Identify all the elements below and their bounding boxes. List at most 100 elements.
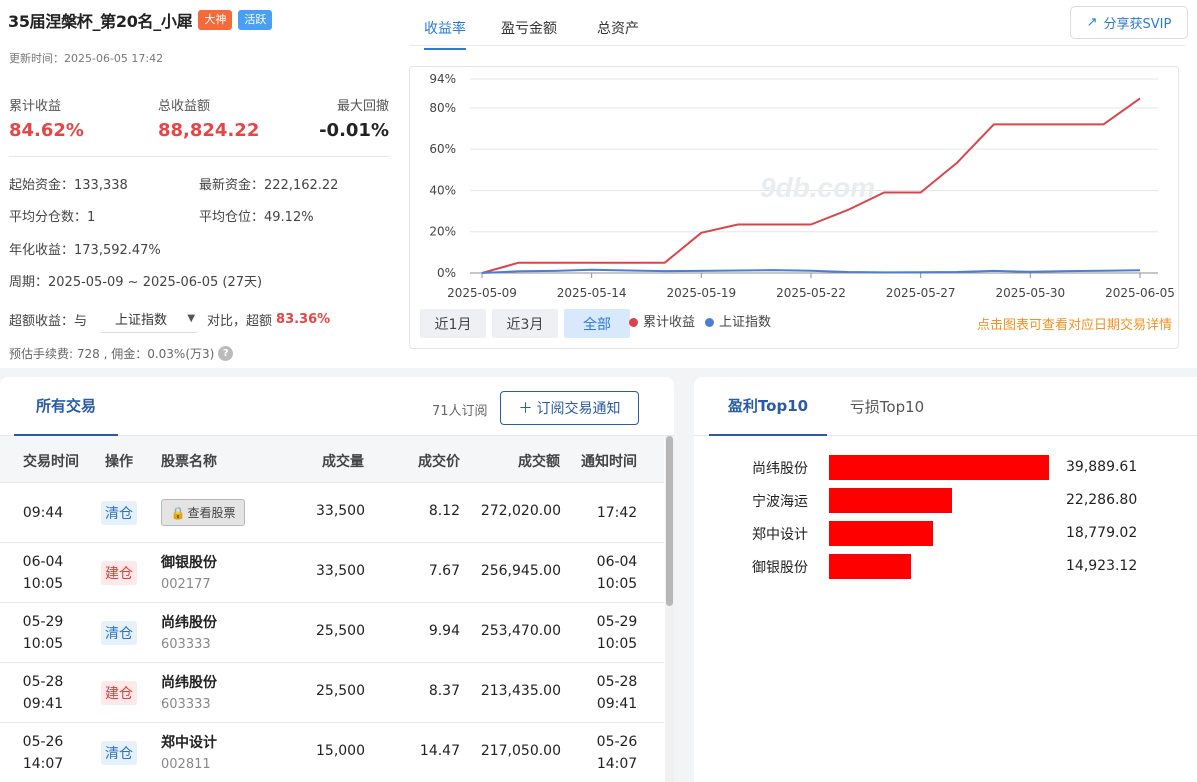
top10-row[interactable]: 御银股份 14,923.12 — [694, 554, 1197, 580]
latest-capital: 最新资金：222,162.22 — [199, 178, 339, 193]
subscribe-button[interactable]: ＋ 订阅交易通知 — [500, 391, 639, 425]
trade-amount: 256,945.00 — [480, 563, 561, 579]
tab-loss-top10[interactable]: 亏损Top10 — [842, 377, 932, 436]
trade-time: 05-29 10:05 — [0, 611, 86, 655]
stock-name[interactable]: 尚纬股份 — [161, 612, 217, 632]
stock-code: 603333 — [161, 637, 211, 652]
stock-cell[interactable]: 御银股份 002177 — [161, 552, 217, 592]
stock-cell[interactable]: 郑中设计 002811 — [161, 732, 217, 772]
x-tick-label: 2025-05-30 — [995, 286, 1065, 300]
badge-master: 大神 — [198, 10, 233, 30]
top10-bar[interactable] — [829, 554, 911, 579]
stock-cell[interactable]: 尚纬股份 603333 — [161, 612, 217, 652]
x-tick-label: 2025-05-22 — [776, 286, 846, 300]
kpi-max-drawdown-label: 最大回撤 — [336, 99, 389, 114]
trade-time: 05-26 14:07 — [0, 731, 86, 775]
y-tick-label: 80% — [429, 101, 456, 115]
legend-item-cumulative[interactable]: 累计收益 — [629, 311, 695, 330]
range-3m-button[interactable]: 近3月 — [492, 309, 558, 338]
tab-profit-amount[interactable]: 盈亏金额 — [501, 18, 557, 48]
top10-value: 18,779.02 — [1066, 525, 1138, 541]
top10-row[interactable]: 尚纬股份 39,889.61 — [694, 455, 1197, 481]
stock-code: 002177 — [161, 577, 211, 592]
table-row[interactable]: 05-26 14:07 清仓 郑中设计 002811 15,000 14.47 217,050… — [0, 723, 664, 782]
page-title: 35届涅槃杯_第20名_小犀 — [8, 12, 193, 31]
top10-stock-name: 御银股份 — [752, 560, 808, 576]
stock-code: 002811 — [161, 757, 211, 772]
range-all-button[interactable]: 全部 — [564, 309, 630, 338]
tab-total-assets[interactable]: 总资产 — [597, 18, 639, 48]
avg-position: 平均仓位：49.12% — [199, 210, 314, 225]
excess-return-row: 超额收益：与 上证指数 ▼ 对比，超额 83.36% — [9, 305, 330, 333]
table-row[interactable]: 05-29 10:05 清仓 尚纬股份 603333 25,500 9.94 253,470.… — [0, 603, 664, 663]
x-tick-label: 2025-05-14 — [557, 286, 627, 300]
top10-bar[interactable] — [829, 488, 952, 513]
trade-volume: 25,500 — [316, 683, 365, 699]
range-buttons: 近1月 近3月 全部 — [420, 309, 630, 338]
view-stock-button[interactable]: 🔒 查看股票 — [161, 499, 245, 526]
x-tick-label: 2025-05-19 — [666, 286, 736, 300]
top10-bar[interactable] — [829, 455, 1049, 480]
range-1m-button[interactable]: 近1月 — [420, 309, 486, 338]
table-row[interactable]: 06-04 10:05 建仓 御银股份 002177 33,500 7.67 256,945.… — [0, 543, 664, 603]
tab-all-trades[interactable]: 所有交易 — [14, 377, 118, 436]
top10-row[interactable]: 宁波海运 22,286.80 — [694, 488, 1197, 514]
trade-amount: 217,050.00 — [480, 743, 561, 759]
stock-name[interactable]: 郑中设计 — [161, 732, 217, 752]
kpi-max-drawdown: 最大回撤 -0.01% — [319, 95, 389, 141]
fee-text: 预估手续费: 728 , 佣金：0.03%(万3) — [9, 347, 215, 361]
trade-volume: 33,500 — [316, 503, 365, 519]
stock-name[interactable]: 御银股份 — [161, 552, 217, 572]
account-summary-panel: 35届涅槃杯_第20名_小犀 大神 活跃 更新时间：2025-06-05 17:… — [0, 0, 398, 368]
top10-bar[interactable] — [829, 521, 933, 546]
kpi-cumulative-value: 84.62% — [9, 120, 84, 141]
notify-clock: 10:05 — [596, 576, 638, 592]
operation-tag: 建仓 — [101, 561, 137, 585]
benchmark-select[interactable]: 上证指数 ▼ — [101, 305, 198, 333]
trade-price: 14.47 — [419, 743, 460, 759]
table-row[interactable]: 05-28 09:41 建仓 尚纬股份 603333 25,500 8.37 213,435.… — [0, 663, 664, 723]
trade-clock: 10:05 — [22, 636, 64, 652]
stock-name[interactable]: 尚纬股份 — [161, 672, 217, 692]
scroll-thumb[interactable] — [666, 436, 673, 606]
x-tick-label: 2025-05-09 — [447, 286, 517, 300]
chart-plot[interactable]: 9db.com 0%20%40%60%80%94% 2025-05-09 2025… — [410, 67, 1178, 307]
kpi-total-profit-value: 88,824.22 — [158, 120, 260, 141]
trade-amount: 272,020.00 — [480, 503, 561, 519]
chart-tabs: 收益率 盈亏金额 总资产 — [410, 0, 1185, 50]
notify-date: 05-28 — [596, 674, 638, 690]
col-stock-name: 股票名称 — [161, 454, 217, 470]
operation-tag: 清仓 — [101, 621, 137, 645]
top10-row[interactable]: 郑中设计 18,779.02 — [694, 521, 1197, 547]
table-header: 交易时间 操作 股票名称 成交量 成交价 成交额 通知时间 — [0, 436, 664, 483]
trade-price: 7.67 — [428, 563, 460, 579]
legend-dot-red — [629, 318, 638, 327]
top10-panel: 盈利Top10 亏损Top10 尚纬股份 39,889.61 宁波海运 22,286.… — [694, 377, 1197, 782]
legend-label-index: 上证指数 — [719, 315, 772, 330]
operation-tag: 建仓 — [101, 681, 137, 705]
trades-header: 所有交易 71人订阅 ＋ 订阅交易通知 — [0, 377, 674, 436]
kpi-cumulative: 累计收益 84.62% — [9, 95, 84, 141]
notify-time: 17:42 — [574, 502, 660, 524]
return-chart[interactable]: 9db.com 0% 20% 40% 60% 80% 94% 2025-05-09 2025… — [409, 66, 1179, 349]
top10-header: 盈利Top10 亏损Top10 — [694, 377, 1197, 436]
top10-stock-name: 尚纬股份 — [752, 461, 808, 477]
trade-date: 05-26 — [22, 734, 64, 750]
table-row[interactable]: 09:44 清仓 🔒 查看股票 33,500 8.12 272,020.00 17:42 — [0, 483, 664, 543]
tab-profit-top10[interactable]: 盈利Top10 — [709, 377, 827, 436]
notify-clock: 10:05 — [596, 636, 638, 652]
fee-row: 预估手续费: 728 , 佣金：0.03%(万3) ? — [9, 345, 234, 362]
trade-amount: 213,435.00 — [480, 683, 561, 699]
stock-cell[interactable]: 尚纬股份 603333 — [161, 672, 217, 712]
table-scrollbar[interactable] — [665, 436, 674, 782]
top10-value: 39,889.61 — [1066, 459, 1138, 475]
title-row: 35届涅槃杯_第20名_小犀 大神 活跃 — [8, 8, 273, 32]
share-svip-button[interactable]: ↗ 分享获SVIP — [1070, 6, 1188, 39]
avg-split: 平均分仓数：1 — [9, 210, 96, 225]
help-icon[interactable]: ? — [218, 346, 234, 361]
tab-return-rate[interactable]: 收益率 — [424, 18, 466, 50]
legend-item-index[interactable]: 上证指数 — [705, 311, 771, 330]
trade-time: 09:44 — [0, 502, 86, 524]
subscriber-count: 71人订阅 — [432, 404, 488, 419]
start-capital: 起始资金：133,338 — [9, 178, 128, 193]
